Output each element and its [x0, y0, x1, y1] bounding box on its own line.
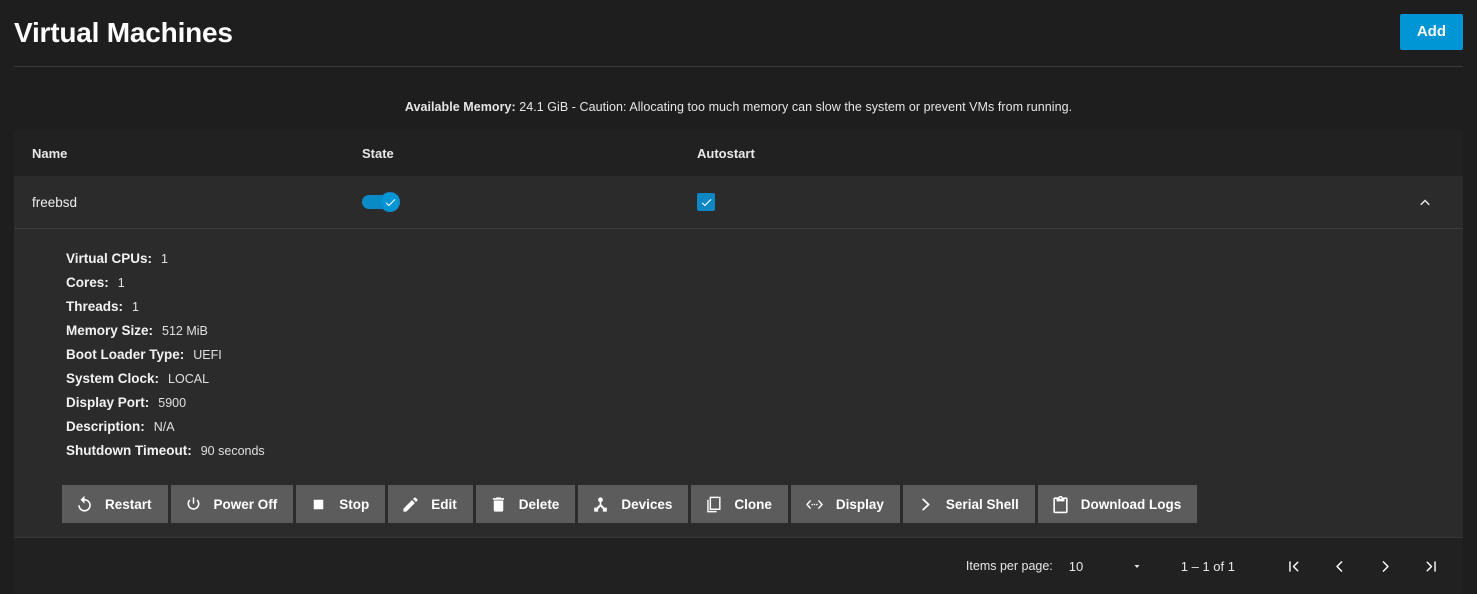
next-page-icon	[1377, 558, 1394, 575]
available-memory-label: Available Memory:	[405, 100, 516, 114]
column-header-name: Name	[32, 146, 362, 161]
devices-button[interactable]: Devices	[578, 485, 688, 523]
detail-label: Memory Size:	[66, 323, 153, 338]
code-icon	[804, 495, 825, 514]
download-logs-button[interactable]: Download Logs	[1038, 485, 1198, 523]
paginator: Items per page: 10 1 – 1 of 1	[14, 537, 1463, 594]
expand-row-toggle[interactable]	[1405, 182, 1445, 222]
paginator-buttons	[1277, 550, 1447, 582]
device-hub-icon	[591, 495, 610, 514]
page-title: Virtual Machines	[14, 19, 233, 47]
list-item: System Clock: LOCAL	[66, 367, 1445, 391]
state-toggle[interactable]	[362, 192, 400, 212]
previous-page-button[interactable]	[1323, 550, 1355, 582]
button-label: Stop	[339, 497, 369, 512]
list-item: Threads: 1	[66, 295, 1445, 319]
page-range-label: 1 – 1 of 1	[1181, 559, 1235, 574]
button-label: Edit	[431, 497, 457, 512]
trash-icon	[489, 495, 508, 514]
check-icon	[700, 196, 713, 209]
list-item: Memory Size: 512 MiB	[66, 319, 1445, 343]
list-item: Display Port: 5900	[66, 391, 1445, 415]
delete-button[interactable]: Delete	[476, 485, 576, 523]
clipboard-icon	[1051, 495, 1070, 514]
vm-name: freebsd	[32, 195, 362, 210]
available-memory-notice: Available Memory: 24.1 GiB - Caution: Al…	[0, 67, 1477, 130]
check-icon	[384, 196, 397, 209]
detail-value: UEFI	[193, 348, 221, 362]
last-page-button[interactable]	[1415, 550, 1447, 582]
list-item: Shutdown Timeout: 90 seconds	[66, 439, 1445, 463]
detail-label: Cores:	[66, 275, 109, 290]
button-label: Devices	[621, 497, 672, 512]
page-header: Virtual Machines Add	[14, 0, 1463, 67]
vm-autostart-cell	[697, 193, 1405, 211]
chevron-up-icon	[1416, 193, 1434, 211]
first-page-icon	[1285, 558, 1302, 575]
detail-label: Display Port:	[66, 395, 149, 410]
detail-label: Shutdown Timeout:	[66, 443, 192, 458]
add-button[interactable]: Add	[1400, 14, 1463, 50]
column-header-autostart: Autostart	[697, 146, 1399, 161]
power-off-button[interactable]: Power Off	[171, 485, 294, 523]
serial-shell-button[interactable]: Serial Shell	[903, 485, 1035, 523]
detail-value: 1	[132, 300, 139, 314]
items-per-page-label: Items per page:	[966, 559, 1053, 573]
vm-state-cell	[362, 192, 697, 212]
vm-action-bar: Restart Power Off Stop Edit	[32, 469, 1445, 537]
list-item: Boot Loader Type: UEFI	[66, 343, 1445, 367]
next-page-button[interactable]	[1369, 550, 1401, 582]
detail-value: N/A	[154, 420, 175, 434]
autostart-checkbox[interactable]	[697, 193, 715, 211]
display-button[interactable]: Display	[791, 485, 900, 523]
vm-detail-panel: Virtual CPUs: 1 Cores: 1 Threads: 1 Memory …	[14, 228, 1463, 537]
detail-value: 5900	[158, 396, 186, 410]
detail-value: 512 MiB	[162, 324, 208, 338]
clone-button[interactable]: Clone	[691, 485, 788, 523]
last-page-icon	[1423, 558, 1440, 575]
items-per-page-value: 10	[1069, 559, 1083, 574]
power-icon	[184, 495, 203, 514]
button-label: Restart	[105, 497, 152, 512]
restart-button[interactable]: Restart	[62, 485, 168, 523]
restart-icon	[75, 495, 94, 514]
detail-label: Boot Loader Type:	[66, 347, 184, 362]
stop-button[interactable]: Stop	[296, 485, 385, 523]
list-item: Cores: 1	[66, 271, 1445, 295]
pencil-icon	[401, 495, 420, 514]
available-memory-text: 24.1 GiB - Caution: Allocating too much …	[516, 100, 1072, 114]
button-label: Delete	[519, 497, 560, 512]
edit-button[interactable]: Edit	[388, 485, 473, 523]
button-label: Clone	[734, 497, 772, 512]
copy-icon	[704, 495, 723, 514]
column-header-state: State	[362, 146, 697, 161]
button-label: Display	[836, 497, 884, 512]
vm-detail-list: Virtual CPUs: 1 Cores: 1 Threads: 1 Memory …	[32, 247, 1445, 469]
detail-label: Virtual CPUs:	[66, 251, 152, 266]
detail-value: LOCAL	[168, 372, 209, 386]
detail-value: 90 seconds	[201, 444, 265, 458]
detail-label: Threads:	[66, 299, 123, 314]
previous-page-icon	[1331, 558, 1348, 575]
stop-icon	[309, 495, 328, 514]
chevron-right-icon	[916, 495, 935, 514]
chevron-down-icon	[1131, 560, 1143, 572]
detail-value: 1	[161, 252, 168, 266]
detail-value: 1	[118, 276, 125, 290]
button-label: Power Off	[214, 497, 278, 512]
button-label: Serial Shell	[946, 497, 1019, 512]
table-header-row: Name State Autostart	[14, 130, 1463, 176]
list-item: Virtual CPUs: 1	[66, 247, 1445, 271]
items-per-page-select[interactable]: 10	[1069, 559, 1143, 574]
list-item: Description: N/A	[66, 415, 1445, 439]
toggle-thumb	[380, 192, 400, 212]
button-label: Download Logs	[1081, 497, 1182, 512]
detail-label: Description:	[66, 419, 145, 434]
table-row[interactable]: freebsd	[14, 176, 1463, 228]
first-page-button[interactable]	[1277, 550, 1309, 582]
vm-table-card: Name State Autostart freebsd	[14, 130, 1463, 594]
detail-label: System Clock:	[66, 371, 159, 386]
